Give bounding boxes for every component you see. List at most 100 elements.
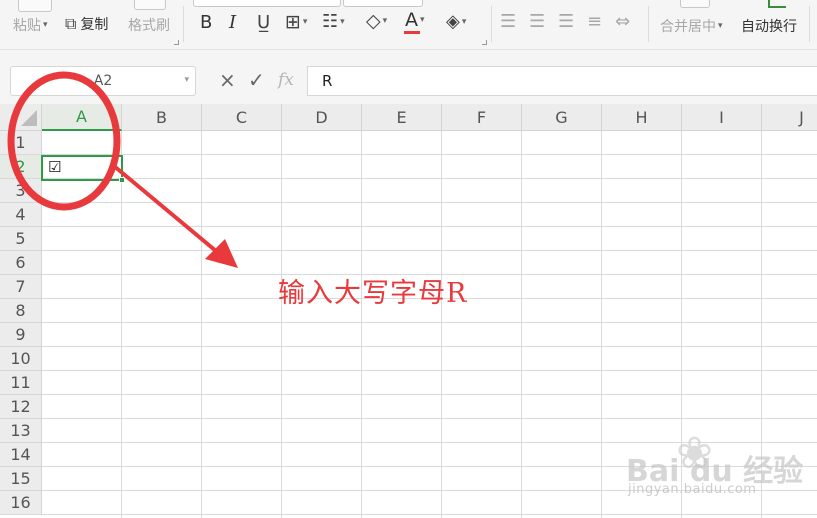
clipboard-dialog-launcher[interactable]	[174, 40, 179, 45]
chevron-down-icon: ▾	[340, 16, 345, 27]
font-color-bar	[404, 31, 420, 34]
formula-input[interactable]: R	[307, 66, 817, 96]
paste-icon[interactable]	[18, 0, 52, 12]
copy-button[interactable]: ⧉ 复制	[65, 14, 108, 34]
ribbon-toolbar: 粘贴 ▾ ⧉ 复制 格式刷 B I U̲ ⊞ ▾ ☷ ▾ ◇ ▾ A ▾ ◈ ▾…	[0, 0, 817, 50]
column-header-g[interactable]: G	[522, 104, 602, 131]
merge-center-label: 合并居中	[660, 19, 716, 35]
font-dialog-launcher[interactable]	[482, 40, 487, 45]
column-header-e[interactable]: E	[362, 104, 442, 131]
row-gridline	[42, 370, 817, 371]
row-header-13[interactable]: 13	[0, 419, 42, 443]
underline-icon: U̲	[257, 12, 271, 33]
divider	[809, 6, 810, 42]
chevron-down-icon: ▾	[382, 16, 388, 26]
column-header-c[interactable]: C	[202, 104, 282, 131]
row-header-2[interactable]: 2	[0, 155, 42, 179]
row-header-5[interactable]: 5	[0, 227, 42, 251]
divider	[183, 6, 184, 42]
row-header-10[interactable]: 10	[0, 347, 42, 371]
wrap-text-icon	[768, 0, 786, 8]
row-gridline	[42, 322, 817, 323]
cancel-icon[interactable]: ×	[219, 70, 236, 90]
merge-center-icon[interactable]	[680, 0, 710, 8]
fill-color-button[interactable]: ◇ ▾	[366, 10, 387, 32]
paste-button[interactable]: 粘贴 ▾	[13, 15, 48, 35]
row-header-15[interactable]: 15	[0, 467, 42, 491]
font-color-button[interactable]: A ▾	[404, 9, 425, 34]
merge-center-button[interactable]: 合并居中 ▾	[660, 16, 723, 36]
insert-function-icon[interactable]: fx	[278, 70, 294, 90]
wrap-text-button[interactable]: 自动换行	[741, 16, 797, 36]
cell-style-icon: ☷	[322, 11, 339, 32]
row-header-14[interactable]: 14	[0, 443, 42, 467]
divider	[648, 6, 649, 42]
column-header-b[interactable]: B	[122, 104, 202, 131]
paint-bucket-icon: ◇	[366, 10, 381, 32]
bold-button[interactable]: B	[200, 12, 212, 33]
borders-button[interactable]: ⊞ ▾	[285, 11, 307, 33]
confirm-icon[interactable]: ✓	[248, 70, 265, 90]
bold-label: B	[200, 12, 213, 33]
copy-icon: ⧉	[65, 14, 77, 33]
format-painter-button[interactable]: 格式刷	[128, 15, 170, 35]
cell-style-button[interactable]: ☷ ▾	[322, 11, 345, 32]
chevron-down-icon: ▾	[718, 21, 723, 31]
paste-label: 粘贴	[13, 18, 41, 34]
row-header-6[interactable]: 6	[0, 251, 42, 275]
align-left-button[interactable]: ☰	[500, 11, 516, 32]
italic-button[interactable]: I	[229, 12, 236, 33]
align-right-icon: ☰	[558, 11, 575, 32]
select-all-button[interactable]	[0, 104, 42, 131]
row-header-9[interactable]: 9	[0, 323, 42, 347]
row-header-12[interactable]: 12	[0, 395, 42, 419]
row-gridline	[42, 178, 817, 179]
distributed-align-button[interactable]: ⇔	[615, 11, 630, 32]
align-right-button[interactable]: ☰	[558, 11, 574, 32]
watermark-url: jingyan.baidu.com	[628, 482, 757, 497]
justify-button[interactable]: ≡	[587, 11, 602, 32]
row-gridline	[42, 418, 817, 419]
align-center-icon: ☰	[529, 11, 546, 32]
font-size-select[interactable]	[343, 0, 423, 7]
italic-label: I	[229, 12, 237, 33]
column-header-h[interactable]: H	[602, 104, 682, 131]
font-name-select[interactable]	[193, 0, 341, 7]
row-header-7[interactable]: 7	[0, 275, 42, 299]
row-header-16[interactable]: 16	[0, 491, 42, 515]
formula-value: R	[322, 72, 333, 90]
align-center-button[interactable]: ☰	[529, 11, 545, 32]
chevron-down-icon: ▾	[302, 17, 308, 27]
justify-icon: ≡	[587, 11, 603, 32]
name-box[interactable]: A2 ▾	[10, 66, 196, 96]
border-grid-icon: ⊞	[285, 11, 301, 33]
clear-format-button[interactable]: ◈ ▾	[446, 11, 466, 32]
row-header-1[interactable]: 1	[0, 131, 42, 155]
checkbox-symbol-cell-value: ☑	[48, 158, 62, 176]
column-header-i[interactable]: I	[682, 104, 762, 131]
font-color-label: A	[404, 9, 420, 34]
column-header-a[interactable]: A	[42, 104, 122, 131]
column-gridline	[361, 131, 362, 518]
chevron-down-icon: ▾	[420, 15, 425, 25]
column-header-j[interactable]: J	[762, 104, 817, 131]
chevron-down-icon: ▾	[461, 16, 467, 27]
fill-handle[interactable]	[119, 177, 125, 183]
row-gridline	[42, 202, 817, 203]
select-all-triangle-icon	[21, 110, 37, 126]
column-gridline	[281, 131, 282, 518]
row-header-3[interactable]: 3	[0, 179, 42, 203]
row-header-4[interactable]: 4	[0, 203, 42, 227]
chevron-down-icon[interactable]: ▾	[184, 75, 189, 85]
row-header-11[interactable]: 11	[0, 371, 42, 395]
column-header-d[interactable]: D	[282, 104, 362, 131]
column-header-f[interactable]: F	[442, 104, 522, 131]
format-painter-icon[interactable]	[134, 0, 166, 10]
underline-button[interactable]: U̲	[257, 12, 270, 33]
divider	[491, 6, 492, 42]
row-gridline	[42, 394, 817, 395]
row-gridline	[42, 226, 817, 227]
row-header-8[interactable]: 8	[0, 299, 42, 323]
wrap-text-label: 自动换行	[741, 19, 797, 35]
column-gridline	[121, 131, 122, 518]
